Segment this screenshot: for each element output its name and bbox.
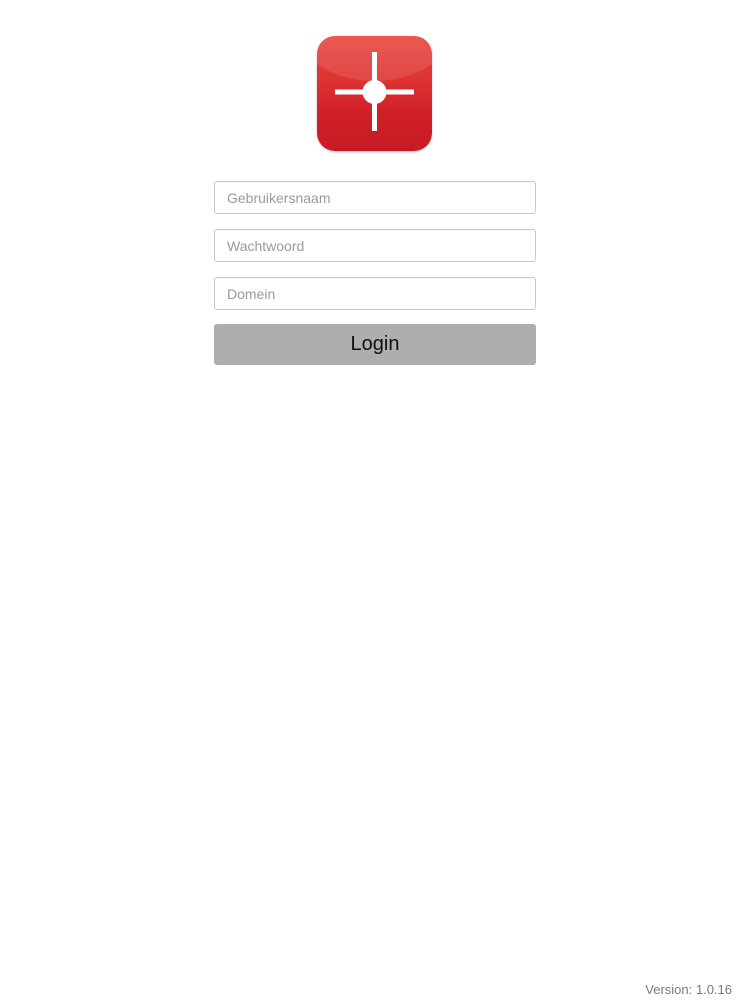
username-field[interactable] <box>214 181 536 214</box>
domain-field[interactable] <box>214 277 536 310</box>
password-field[interactable] <box>214 229 536 262</box>
app-logo <box>317 36 432 151</box>
version-label: Version: 1.0.16 <box>645 982 732 997</box>
crosshair-icon <box>335 52 414 131</box>
login-button[interactable]: Login <box>214 324 536 365</box>
